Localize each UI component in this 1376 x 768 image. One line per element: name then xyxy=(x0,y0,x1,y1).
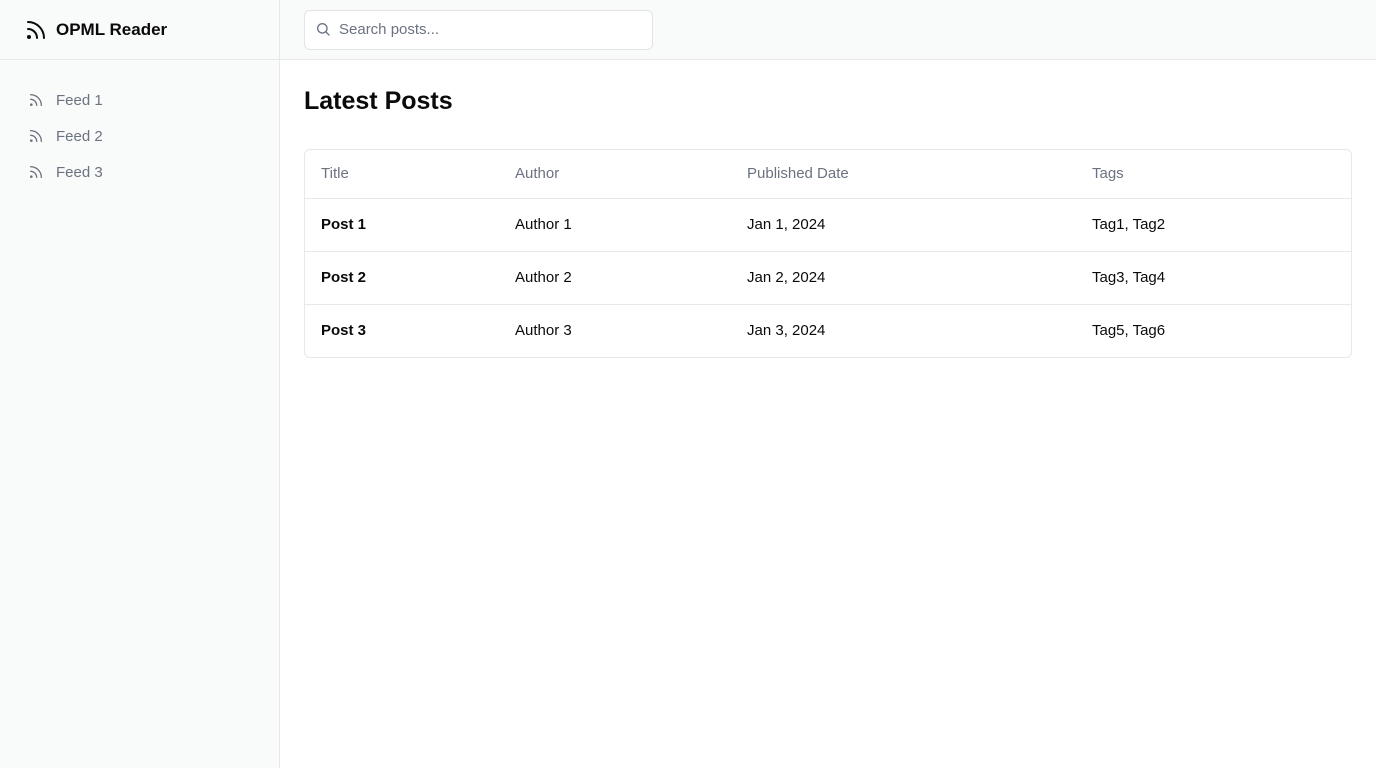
column-header-published-date[interactable]: Published Date xyxy=(731,150,1076,199)
post-tags-cell: Tag5, Tag6 xyxy=(1092,322,1166,340)
post-title-cell[interactable]: Post 3 xyxy=(305,304,499,357)
column-header-title[interactable]: Title xyxy=(305,150,499,199)
main-area: Latest Posts Title Author Published Date… xyxy=(280,0,1376,768)
app-title: OPML Reader xyxy=(56,19,168,39)
rss-icon xyxy=(28,92,44,108)
post-title-cell[interactable]: Post 2 xyxy=(305,251,499,305)
sidebar-item-feed-3[interactable]: Feed 3 xyxy=(0,154,279,190)
table-row[interactable]: Post 2 Author 2 Jan 2, 2024 Tag3, Tag4 xyxy=(305,251,1351,305)
post-author-cell: Author 2 xyxy=(499,251,731,305)
sidebar-item-feed-2[interactable]: Feed 2 xyxy=(0,118,279,154)
content: Latest Posts Title Author Published Date… xyxy=(280,60,1376,358)
feed-list: Feed 1 Feed 2 Feed 3 xyxy=(0,60,279,190)
post-date-cell: Jan 2, 2024 xyxy=(731,251,1076,305)
sidebar-item-feed-1[interactable]: Feed 1 xyxy=(0,82,279,118)
rss-icon xyxy=(28,128,44,144)
search-box[interactable] xyxy=(304,9,653,50)
post-date-cell: Jan 1, 2024 xyxy=(731,198,1076,252)
rss-icon xyxy=(24,18,48,42)
posts-table-container: Title Author Published Date Tags Post 1 … xyxy=(304,149,1352,358)
table-header-row: Title Author Published Date Tags xyxy=(305,150,1351,199)
search-icon xyxy=(315,21,331,37)
brand-header[interactable]: OPML Reader xyxy=(0,0,279,60)
sidebar-item-label: Feed 3 xyxy=(56,163,103,181)
post-title-cell[interactable]: Post 1 xyxy=(305,198,499,252)
post-author-cell: Author 3 xyxy=(515,322,572,340)
table-row[interactable]: Post 3 Author 3 Jan 3, 2024 Tag5, Tag6 xyxy=(305,304,1351,357)
sidebar-item-label: Feed 1 xyxy=(56,91,103,109)
column-header-author[interactable]: Author xyxy=(499,150,731,199)
search-input[interactable] xyxy=(339,21,639,38)
page-title: Latest Posts xyxy=(304,87,453,115)
post-date-cell: Jan 3, 2024 xyxy=(747,322,826,340)
column-header-tags[interactable]: Tags xyxy=(1076,150,1351,199)
top-bar xyxy=(280,0,1376,60)
posts-table: Title Author Published Date Tags Post 1 … xyxy=(305,150,1351,357)
post-tags-cell: Tag3, Tag4 xyxy=(1076,251,1351,305)
rss-icon xyxy=(28,164,44,180)
post-author-cell: Author 1 xyxy=(499,198,731,252)
sidebar: OPML Reader Feed 1 Feed 2 Feed 3 xyxy=(0,0,280,768)
table-row[interactable]: Post 1 Author 1 Jan 1, 2024 Tag1, Tag2 xyxy=(305,198,1351,252)
sidebar-item-label: Feed 2 xyxy=(56,127,103,145)
post-tags-cell: Tag1, Tag2 xyxy=(1076,198,1351,252)
app-root: OPML Reader Feed 1 Feed 2 Feed 3 Search … xyxy=(0,0,1376,768)
